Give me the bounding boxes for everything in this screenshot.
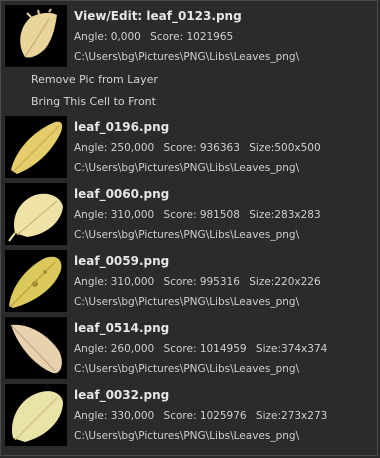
- leaf-name: leaf_0032.png: [74, 388, 170, 402]
- leaf-list-item[interactable]: leaf_0514.png Angle: 260,000 Score: 1014…: [1, 315, 377, 381]
- leaf-angle: Angle: 250,000: [74, 142, 155, 154]
- leaf-thumbnail: [5, 250, 67, 312]
- leaf-angle: Angle: 330,000: [74, 410, 155, 422]
- leaf-angle: Angle: 310,000: [74, 276, 155, 288]
- leaf-path: C:\Users\bg\Pictures\PNG\Libs\Leaves_png…: [74, 162, 300, 174]
- leaf-thumbnail: [5, 116, 67, 178]
- leaf-path: C:\Users\bg\Pictures\PNG\Libs\Leaves_png…: [74, 229, 300, 241]
- leaf-size: Size:374x374: [255, 343, 328, 355]
- current-pic-score: Score: 1021965: [150, 31, 234, 43]
- leaf-size: Size:273x273: [255, 410, 328, 422]
- leaf-image: [11, 121, 63, 174]
- current-pic-angle: Angle: 0,000: [74, 31, 141, 43]
- leaf-name: leaf_0196.png: [74, 120, 170, 134]
- leaf-angle: Angle: 260,000: [74, 343, 155, 355]
- leaf-score: Score: 1014959: [163, 343, 247, 355]
- leaf-stats: Angle: 310,000 Score: 995316 Size:220x22…: [74, 276, 327, 288]
- leaf-size: Size:500x500: [249, 142, 321, 154]
- leaf-path: C:\Users\bg\Pictures\PNG\Libs\Leaves_png…: [74, 430, 300, 442]
- leaf-image: [20, 8, 57, 58]
- leaf-stats: Angle: 310,000 Score: 981508 Size:283x28…: [74, 209, 327, 221]
- current-pic-stats: Angle: 0,000 Score: 1021965: [74, 31, 239, 43]
- leaf-name: leaf_0060.png: [74, 187, 170, 201]
- leaf-list-item[interactable]: leaf_0059.png Angle: 310,000 Score: 9953…: [1, 248, 377, 314]
- leaf-name: leaf_0514.png: [74, 321, 170, 335]
- leaf-stats: Angle: 260,000 Score: 1014959 Size:374x3…: [74, 343, 333, 355]
- leaf-image: [8, 193, 64, 242]
- leaf-score: Score: 936363: [163, 142, 240, 154]
- leaf-list-item[interactable]: leaf_0032.png Angle: 330,000 Score: 1025…: [1, 382, 377, 448]
- leaf-thumbnail: [5, 5, 67, 67]
- leaf-thumbnail: [5, 183, 67, 245]
- leaf-score: Score: 1025976: [163, 410, 247, 422]
- leaf-score: Score: 995316: [163, 276, 240, 288]
- leaf-size: Size:220x226: [249, 276, 321, 288]
- leaf-image: [11, 391, 63, 442]
- context-menu: View/Edit: leaf_0123.png Angle: 0,000 Sc…: [0, 0, 378, 456]
- leaf-path: C:\Users\bg\Pictures\PNG\Libs\Leaves_png…: [74, 296, 300, 308]
- leaf-size: Size:283x283: [249, 209, 321, 221]
- current-pic-path: C:\Users\bg\Pictures\PNG\Libs\Leaves_png…: [74, 51, 300, 63]
- leaf-image: [9, 256, 62, 308]
- leaf-angle: Angle: 310,000: [74, 209, 155, 221]
- leaf-stats: Angle: 250,000 Score: 936363 Size:500x50…: [74, 142, 327, 154]
- leaf-list-item[interactable]: leaf_0196.png Angle: 250,000 Score: 9363…: [1, 114, 377, 180]
- bring-to-front-label: Bring This Cell to Front: [31, 95, 156, 108]
- remove-pic-menu-item[interactable]: Remove Pic from Layer: [1, 70, 377, 90]
- leaf-score: Score: 981508: [163, 209, 240, 221]
- current-pic-title: View/Edit: leaf_0123.png: [74, 9, 242, 23]
- leaf-thumbnail: [5, 317, 67, 379]
- remove-pic-label: Remove Pic from Layer: [31, 73, 158, 86]
- leaf-name: leaf_0059.png: [74, 254, 170, 268]
- leaf-thumbnail: [5, 384, 67, 446]
- leaf-image: [10, 324, 62, 374]
- leaf-list-item[interactable]: leaf_0060.png Angle: 310,000 Score: 9815…: [1, 181, 377, 247]
- bring-to-front-menu-item[interactable]: Bring This Cell to Front: [1, 92, 377, 112]
- leaf-stats: Angle: 330,000 Score: 1025976 Size:273x2…: [74, 410, 333, 422]
- leaf-path: C:\Users\bg\Pictures\PNG\Libs\Leaves_png…: [74, 363, 300, 375]
- current-pic-header[interactable]: View/Edit: leaf_0123.png Angle: 0,000 Sc…: [1, 1, 377, 69]
